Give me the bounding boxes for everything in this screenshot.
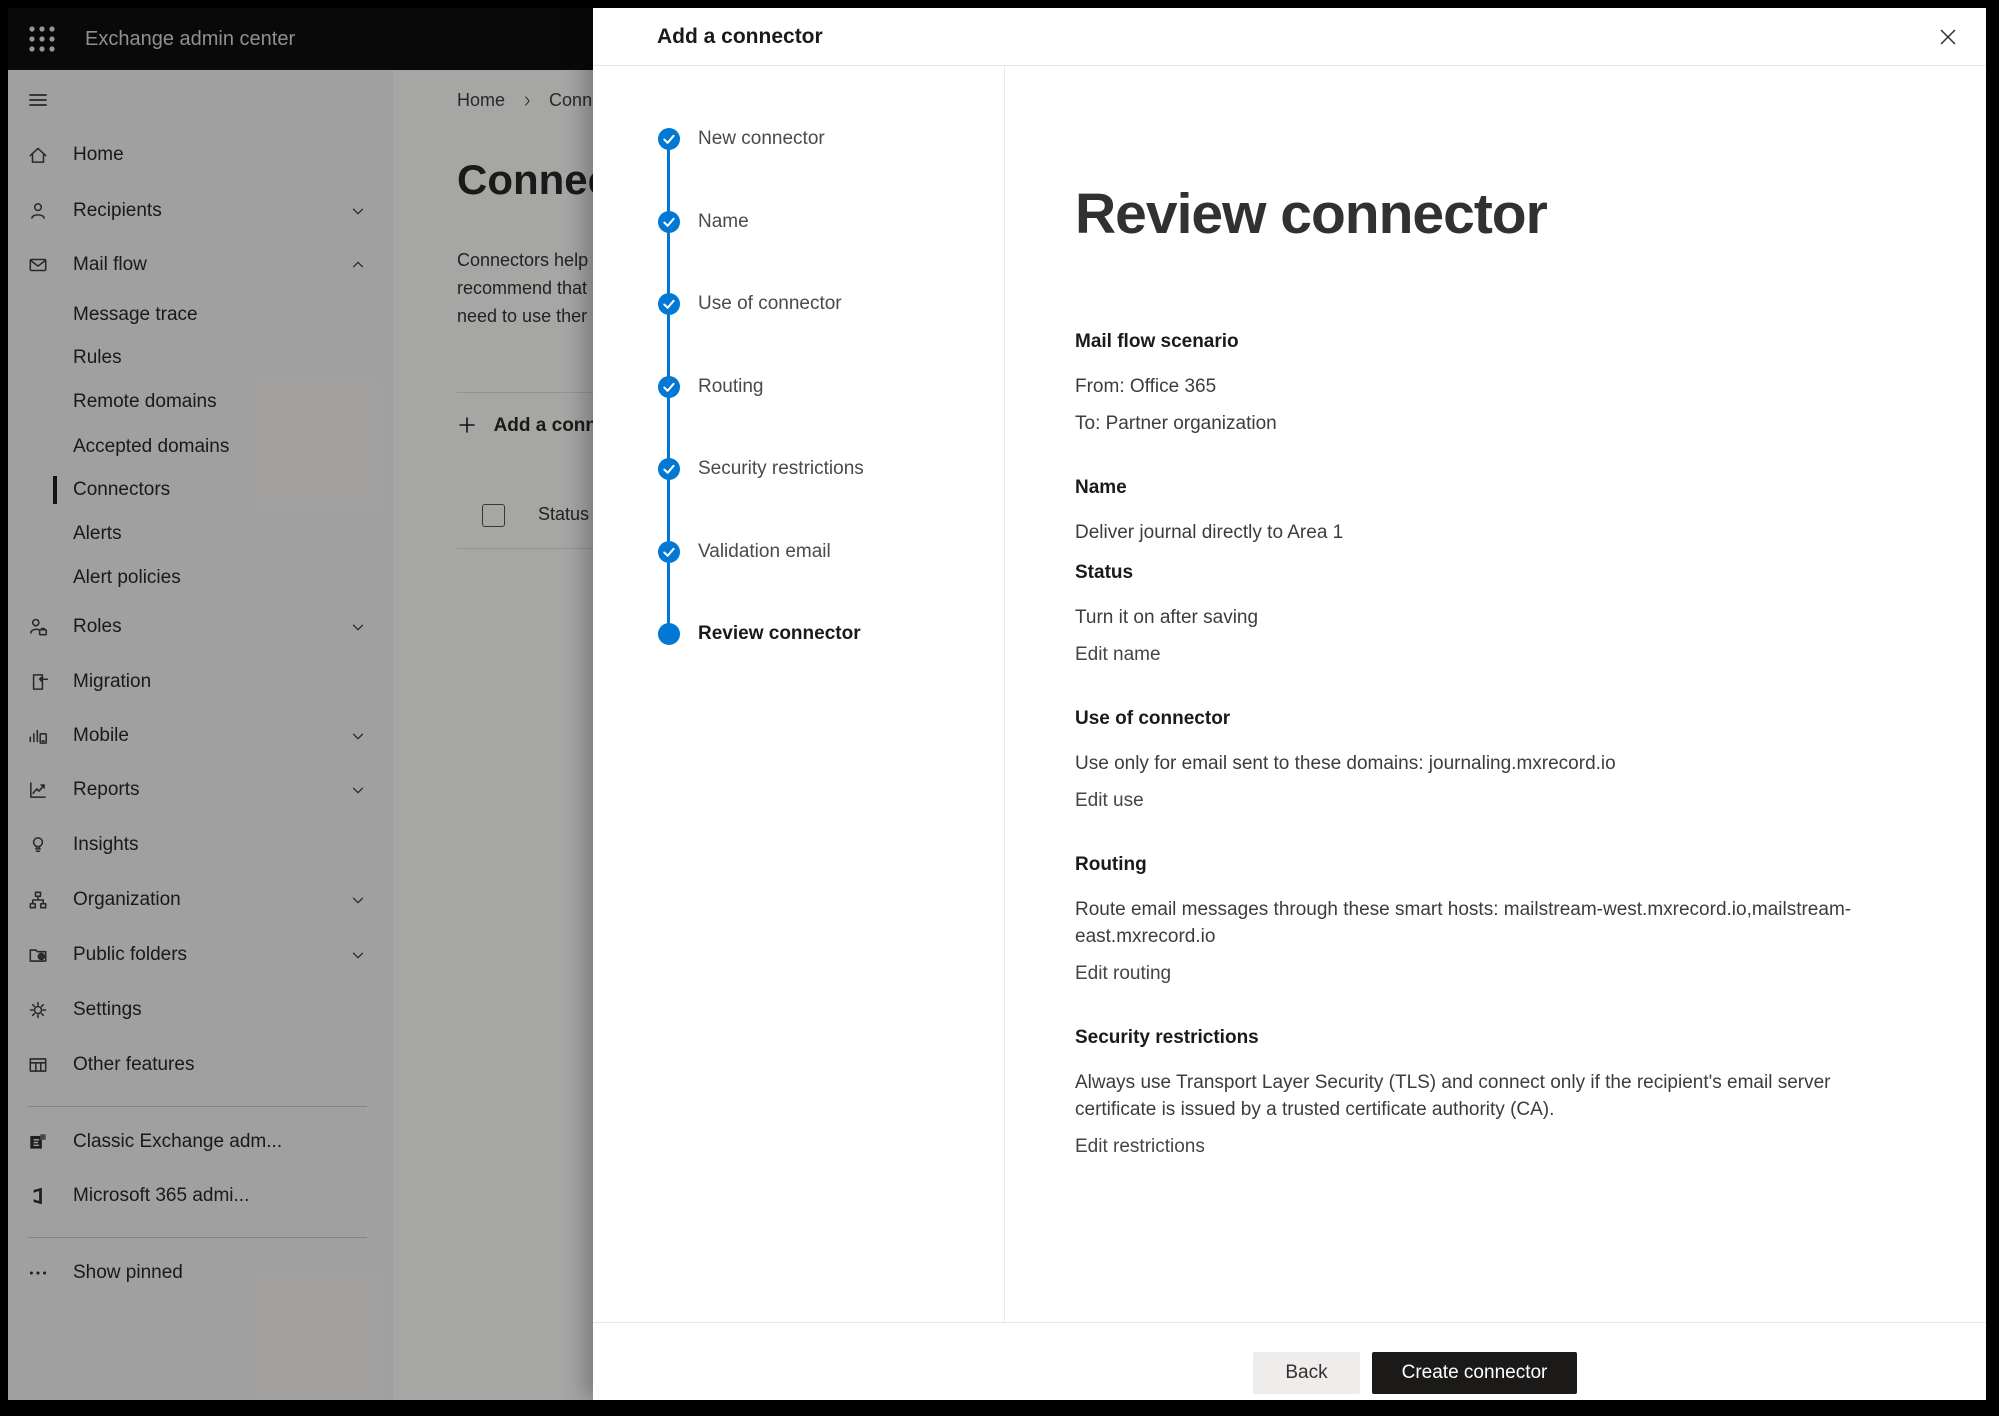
routing-value: Route email messages through these smart… xyxy=(1075,896,1885,950)
mail-flow-from: From: Office 365 xyxy=(1075,373,1885,400)
edit-name-link[interactable]: Edit name xyxy=(1075,641,1161,668)
wizard-steps: New connector Name Use of connector Rout… xyxy=(593,66,1005,1323)
step-complete-icon xyxy=(658,128,680,150)
step-security-restrictions[interactable]: Security restrictions xyxy=(593,447,1004,491)
edit-routing-link[interactable]: Edit routing xyxy=(1075,960,1171,987)
section-use-of-connector: Use of connector Use only for email sent… xyxy=(1075,708,1885,814)
panel-footer: Back Create connector xyxy=(593,1322,1986,1400)
section-name: Name Deliver journal directly to Area 1 xyxy=(1075,477,1885,546)
step-review-connector[interactable]: Review connector xyxy=(593,612,1004,656)
status-value: Turn it on after saving xyxy=(1075,604,1885,631)
step-complete-icon xyxy=(658,458,680,480)
security-restrictions-value: Always use Transport Layer Security (TLS… xyxy=(1075,1069,1885,1123)
edit-use-link[interactable]: Edit use xyxy=(1075,787,1144,814)
step-complete-icon xyxy=(658,293,680,315)
section-security-restrictions: Security restrictions Always use Transpo… xyxy=(1075,1027,1885,1160)
create-connector-button[interactable]: Create connector xyxy=(1372,1352,1577,1394)
connector-name-value: Deliver journal directly to Area 1 xyxy=(1075,519,1885,546)
section-routing: Routing Route email messages through the… xyxy=(1075,854,1885,987)
edit-restrictions-link[interactable]: Edit restrictions xyxy=(1075,1133,1205,1160)
exchange-admin-window: Exchange admin center Home Recipients Ma… xyxy=(8,8,1986,1400)
step-use-of-connector[interactable]: Use of connector xyxy=(593,282,1004,326)
panel-header: Add a connector xyxy=(593,8,1986,66)
use-of-connector-value: Use only for email sent to these domains… xyxy=(1075,750,1885,777)
step-complete-icon xyxy=(658,211,680,233)
section-status: Status Turn it on after saving Edit name xyxy=(1075,562,1885,668)
step-current-icon xyxy=(658,623,680,645)
step-new-connector[interactable]: New connector xyxy=(593,117,1004,161)
panel-title: Add a connector xyxy=(657,8,823,65)
review-heading: Review connector xyxy=(1075,183,1926,245)
section-mail-flow-scenario: Mail flow scenario From: Office 365 To: … xyxy=(1075,331,1885,437)
step-validation-email[interactable]: Validation email xyxy=(593,530,1004,574)
panel-body: New connector Name Use of connector Rout… xyxy=(593,66,1986,1323)
step-complete-icon xyxy=(658,376,680,398)
step-complete-icon xyxy=(658,541,680,563)
step-name[interactable]: Name xyxy=(593,200,1004,244)
mail-flow-to: To: Partner organization xyxy=(1075,410,1885,437)
back-button[interactable]: Back xyxy=(1253,1352,1360,1394)
close-icon[interactable] xyxy=(1936,25,1960,49)
review-content: Review connector Mail flow scenario From… xyxy=(1005,66,1986,1323)
step-routing[interactable]: Routing xyxy=(593,365,1004,409)
add-connector-panel: Add a connector New connector Name xyxy=(593,8,1986,1400)
